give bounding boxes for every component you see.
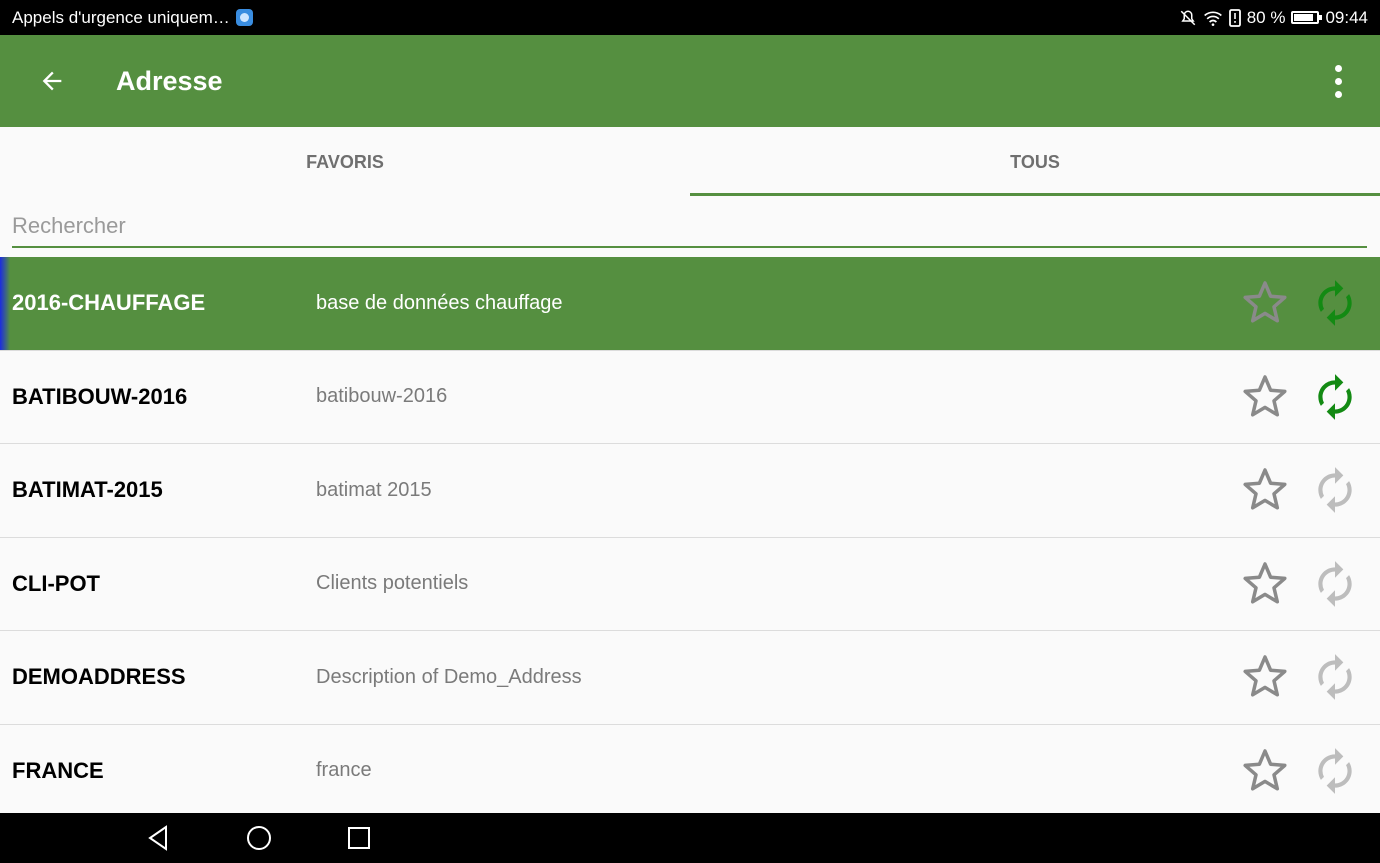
favorite-star-icon[interactable]	[1240, 278, 1290, 328]
list-item[interactable]: BATIBOUW-2016 batibouw-2016	[0, 350, 1380, 444]
list-item[interactable]: 2016-CHAUFFAGE base de données chauffage	[0, 257, 1380, 351]
back-triangle-icon	[148, 825, 167, 851]
nav-home-button[interactable]	[244, 823, 274, 853]
more-options-button[interactable]	[1318, 55, 1358, 107]
status-left: Appels d'urgence uniquem…	[12, 8, 253, 28]
app-notification-icon	[235, 9, 253, 26]
nav-recents-button[interactable]	[344, 823, 374, 853]
address-list: 2016-CHAUFFAGE base de données chauffage B…	[0, 257, 1380, 818]
more-vert-icon	[1334, 64, 1342, 72]
battery-percent: 80 %	[1246, 7, 1286, 27]
item-name: CLI-POT	[12, 570, 100, 596]
favorite-star-icon[interactable]	[1240, 465, 1290, 515]
search-field	[12, 206, 1367, 248]
app-bar: Adresse	[0, 35, 1380, 127]
item-description: batimat 2015	[316, 478, 432, 501]
item-name: 2016-CHAUFFAGE	[12, 290, 206, 316]
favorite-star-icon[interactable]	[1240, 372, 1290, 422]
sync-icon[interactable]	[1310, 465, 1360, 515]
item-name: DEMOADDRESS	[12, 664, 186, 690]
item-name: BATIMAT-2015	[12, 477, 163, 503]
item-name: FRANCE	[12, 757, 104, 783]
sync-icon[interactable]	[1310, 278, 1360, 328]
item-description: base de données chauffage	[316, 291, 563, 314]
tab-favoris[interactable]: FAVORIS	[0, 127, 690, 197]
sync-icon[interactable]	[1310, 372, 1360, 422]
search-input[interactable]	[12, 206, 1367, 246]
sync-icon[interactable]	[1310, 652, 1360, 702]
back-button[interactable]	[22, 51, 82, 111]
notification-text: Appels d'urgence uniquem…	[12, 7, 230, 27]
item-description: france	[316, 759, 372, 782]
item-description: batibouw-2016	[316, 385, 448, 408]
list-item[interactable]: FRANCE france	[0, 724, 1380, 818]
item-name: BATIBOUW-2016	[12, 383, 188, 409]
sync-icon[interactable]	[1310, 746, 1360, 796]
nav-back-button[interactable]	[143, 823, 173, 853]
favorite-star-icon[interactable]	[1240, 652, 1290, 702]
list-item[interactable]: CLI-POT Clients potentiels	[0, 537, 1380, 631]
tab-tous[interactable]: TOUS	[690, 127, 1380, 197]
mute-icon	[1179, 9, 1197, 27]
recents-square-icon	[348, 827, 370, 849]
list-item[interactable]: DEMOADDRESS Description of Demo_Address	[0, 631, 1380, 725]
list-item[interactable]: BATIMAT-2015 batimat 2015	[0, 444, 1380, 538]
item-description: Clients potentiels	[316, 572, 469, 595]
status-right: 80 % 09:44	[1179, 8, 1368, 28]
arrow-back-icon	[42, 71, 62, 91]
favorite-star-icon[interactable]	[1240, 559, 1290, 609]
battery-icon	[1291, 11, 1323, 24]
item-description: Description of Demo_Address	[316, 665, 582, 688]
sync-icon[interactable]	[1310, 559, 1360, 609]
tab-bar: FAVORIS TOUS	[0, 127, 1380, 197]
alert-icon	[1228, 8, 1241, 27]
tab-label: FAVORIS	[306, 151, 384, 172]
status-bar: Appels d'urgence uniquem… 80 % 09:44	[0, 0, 1380, 35]
navigation-bar	[0, 813, 1380, 863]
page-title: Adresse	[116, 65, 223, 96]
favorite-star-icon[interactable]	[1240, 746, 1290, 796]
wifi-icon	[1203, 9, 1223, 27]
clock: 09:44	[1325, 7, 1368, 27]
tab-label: TOUS	[1010, 151, 1060, 172]
home-circle-icon	[247, 826, 271, 850]
